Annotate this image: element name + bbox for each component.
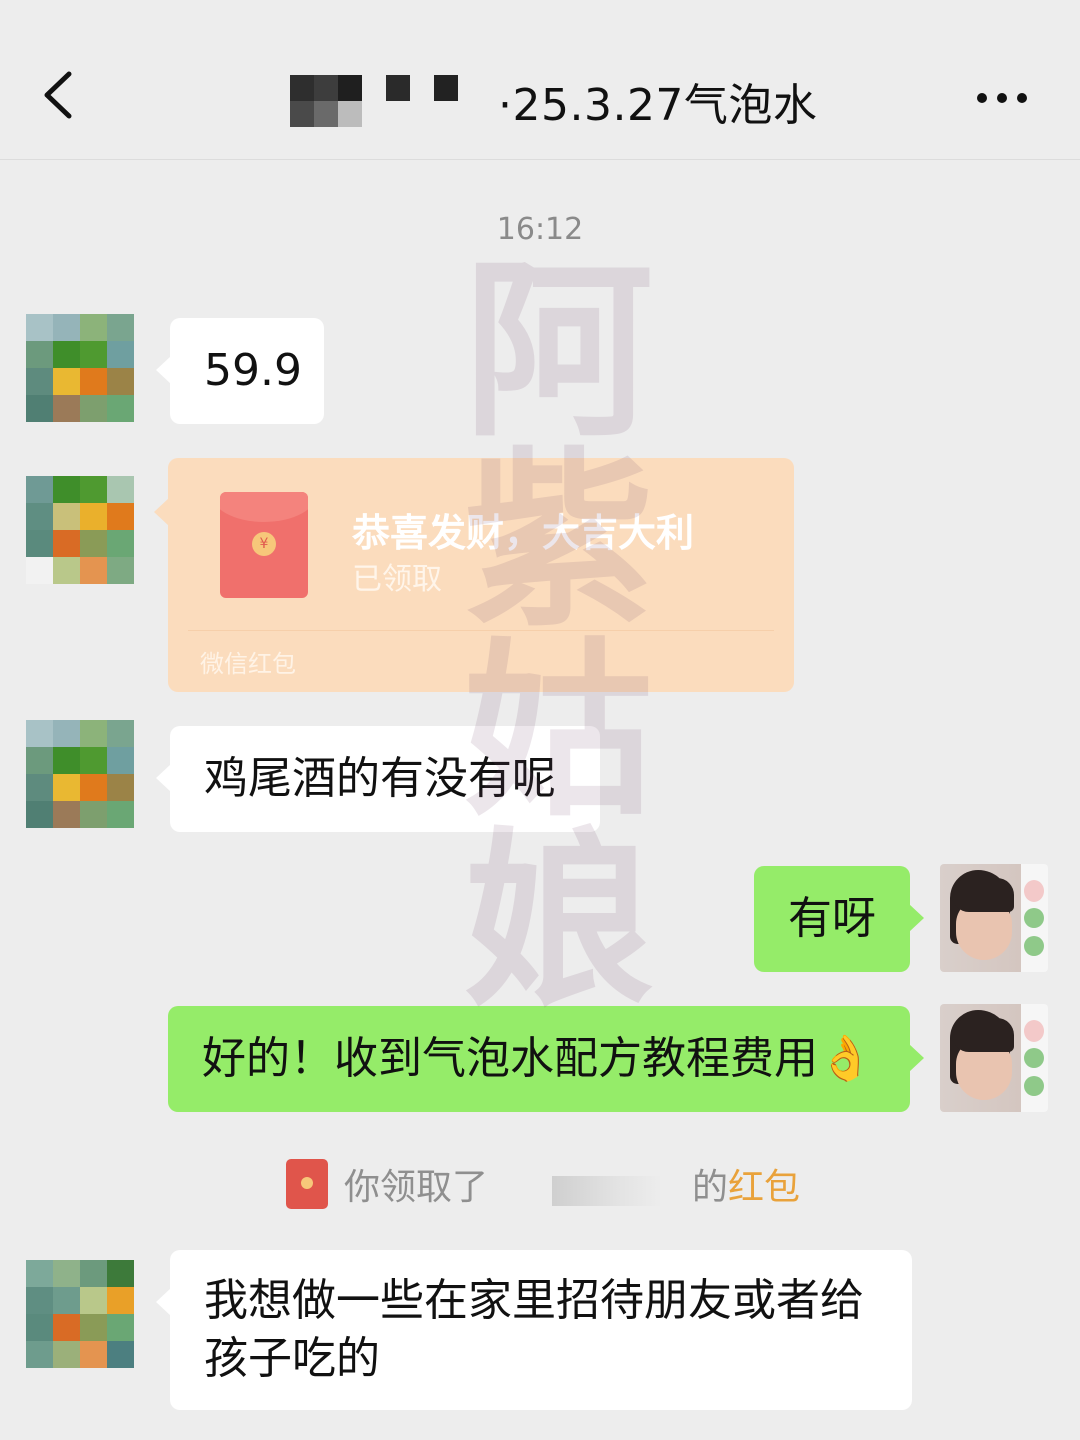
status-bar xyxy=(0,0,1080,14)
system-notice: 你领取了 的 红包 xyxy=(286,1156,800,1212)
red-packet-link[interactable]: 红包 xyxy=(728,1158,800,1210)
red-packet-status: 已领取 xyxy=(352,562,442,597)
my-avatar[interactable] xyxy=(940,1004,1048,1112)
blurred-name xyxy=(552,1176,663,1206)
red-packet-icon: ¥ xyxy=(220,492,308,598)
red-packet-footer: 微信红包 xyxy=(200,650,296,678)
message-text-line: 孩子吃的 xyxy=(204,1333,380,1384)
contact-avatar[interactable] xyxy=(26,476,134,584)
message-text: 59.9 xyxy=(204,345,302,396)
contact-avatar[interactable] xyxy=(26,1260,134,1368)
my-avatar[interactable] xyxy=(940,864,1048,972)
more-dots-icon xyxy=(977,93,1027,103)
system-notice-suffix: 的 xyxy=(692,1167,729,1208)
red-packet-icon xyxy=(286,1159,328,1209)
chat-title: ·25.3.27气泡水 xyxy=(290,66,817,136)
message-text-line: 我想做一些在家里招待朋友或者给 xyxy=(204,1275,864,1326)
message-bubble[interactable]: 好的！收到气泡水配方教程费用👌 xyxy=(168,1006,924,1112)
message-timestamp: 16:12 xyxy=(496,212,584,247)
message-bubble[interactable]: 有呀 xyxy=(754,866,924,972)
message-bubble[interactable]: 我想做一些在家里招待朋友或者给 孩子吃的 xyxy=(156,1250,912,1410)
divider xyxy=(188,630,774,631)
message-bubble[interactable]: 59.9 xyxy=(156,318,324,424)
red-packet-title: 恭喜发财，大吉大利 xyxy=(352,511,695,555)
red-packet-card[interactable]: ¥ 恭喜发财，大吉大利 已领取 微信红包 xyxy=(154,458,794,692)
contact-avatar[interactable] xyxy=(26,720,134,828)
message-text: 有呀 xyxy=(788,893,876,944)
more-button[interactable] xyxy=(970,76,1034,120)
chat-header: ·25.3.27气泡水 xyxy=(0,14,1080,160)
message-bubble[interactable]: 鸡尾酒的有没有呢 xyxy=(156,726,600,832)
contact-avatar[interactable] xyxy=(26,314,134,422)
back-button[interactable] xyxy=(28,60,88,130)
message-text: 鸡尾酒的有没有呢 xyxy=(204,753,556,804)
blurred-name xyxy=(290,75,482,127)
message-text: 好的！收到气泡水配方教程费用👌 xyxy=(202,1033,873,1084)
chat-title-text: ·25.3.27气泡水 xyxy=(498,80,818,131)
chevron-left-icon xyxy=(44,71,72,119)
system-notice-prefix: 你领取了 xyxy=(344,1167,489,1208)
